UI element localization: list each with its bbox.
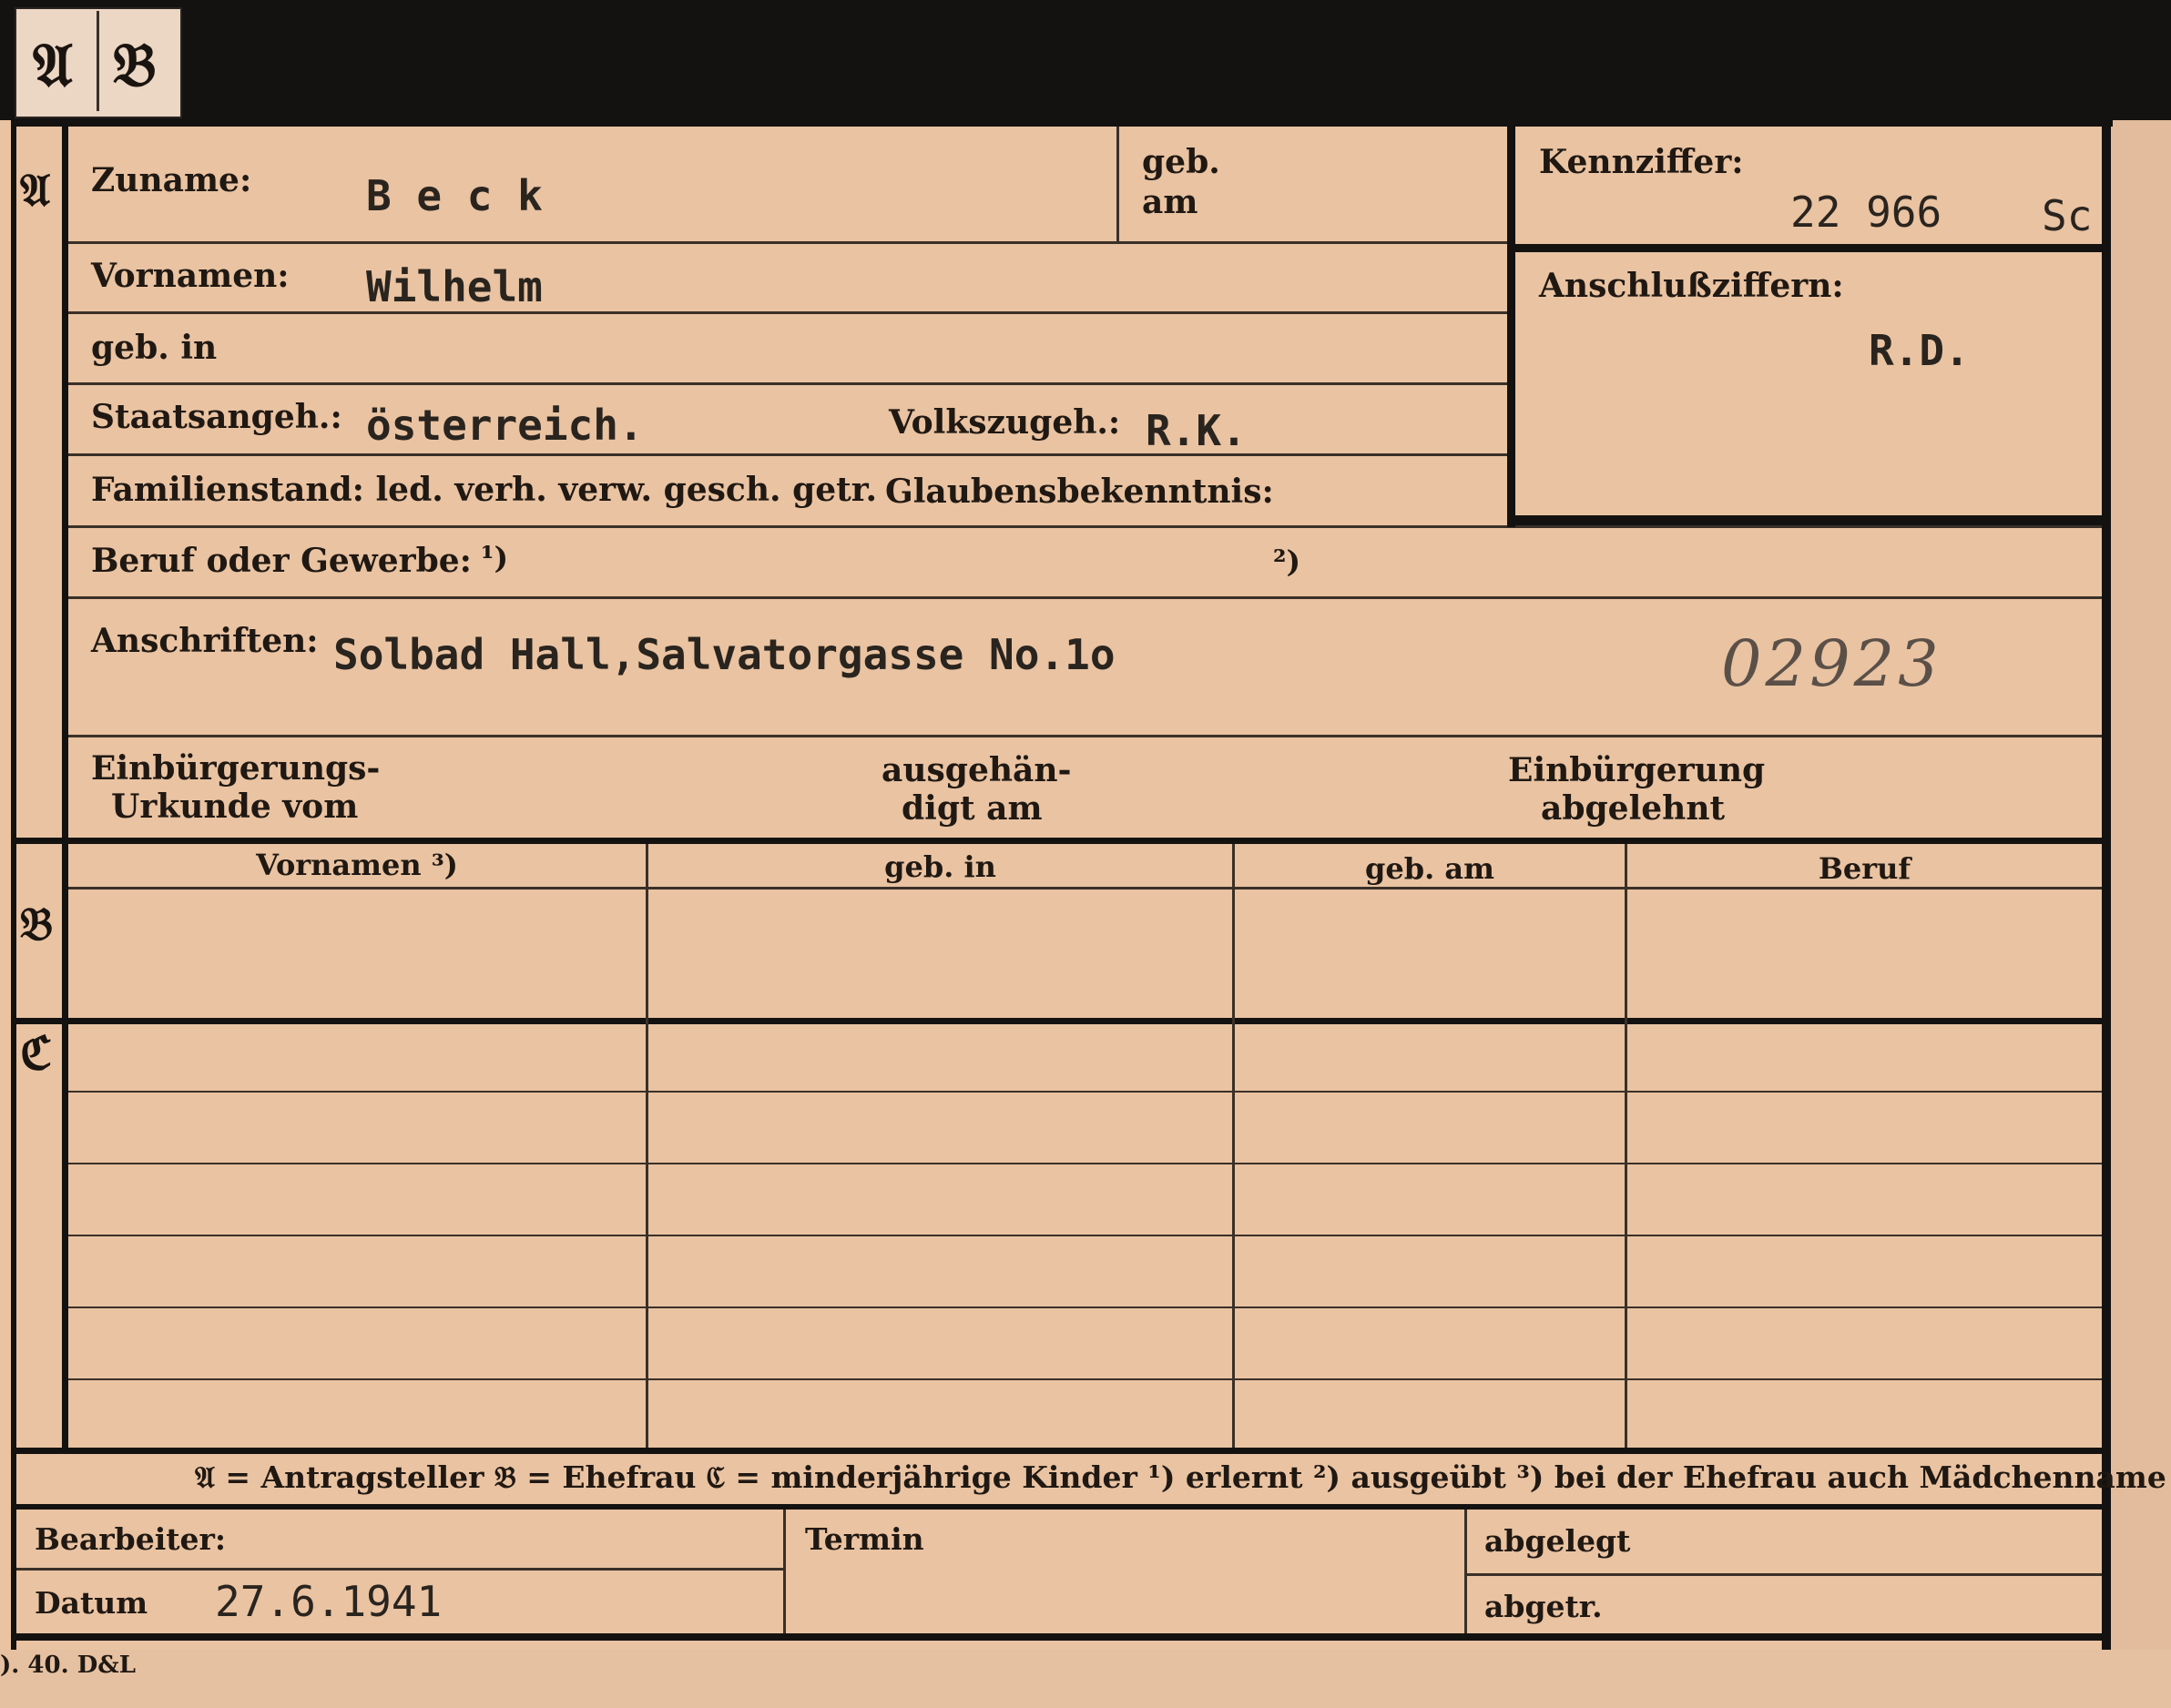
row-line	[68, 525, 2102, 528]
reference-box-mid	[1507, 244, 2102, 252]
table-row-line	[68, 1306, 2102, 1308]
firstnames-value: Wilhelm	[366, 262, 543, 311]
clerk-label: Bearbeiter:	[35, 1521, 227, 1557]
section-c-top	[11, 1018, 2102, 1024]
table-header-birthdate: geb. am	[1365, 851, 1494, 886]
card-bottom	[0, 1650, 2171, 1708]
religion-label: Glaubensbekenntnis:	[885, 473, 1274, 511]
section-b-top	[11, 838, 2102, 844]
birthplace-label: geb. in	[91, 329, 218, 367]
frame-left	[11, 120, 16, 1650]
naturalization-refused-label-1: Einbürgerung	[1508, 751, 1766, 789]
section-a-letter: 𝔄	[20, 163, 51, 217]
born-on-label-1: geb.	[1142, 143, 1220, 181]
frame-top	[11, 120, 2113, 127]
row-line	[68, 735, 2102, 737]
footer-row-line	[16, 1568, 783, 1571]
registration-card: { "tabs": { "a": "𝔄", "b": "𝔅" }, "secti…	[0, 0, 2171, 1708]
frame-right	[2102, 120, 2111, 1650]
row-line	[68, 596, 2102, 599]
table-header-firstnames: Vornamen ³)	[256, 848, 458, 882]
dob-divider	[1116, 127, 1119, 241]
date-label: Datum	[35, 1585, 148, 1621]
sent-label: abgetr.	[1484, 1589, 1603, 1624]
row-line	[68, 241, 1507, 244]
link-numbers-value: R.D.	[1869, 326, 1970, 375]
tab-divider	[97, 11, 99, 111]
reference-box-bottom	[1507, 515, 2102, 525]
table-column-line	[646, 844, 648, 1448]
footer-column-line	[1464, 1510, 1467, 1633]
born-on-label-2: am	[1142, 183, 1198, 221]
table-row-line	[68, 1163, 2102, 1164]
table-header-line	[68, 887, 2102, 890]
table-row-line	[68, 1378, 2102, 1380]
profession-note-1: ¹)	[481, 540, 509, 575]
table-row-line	[68, 1235, 2102, 1236]
link-numbers-label: Anschlußziffern:	[1539, 267, 1844, 305]
section-c-letter: ℭ	[20, 1026, 53, 1080]
surname-label: Zuname:	[91, 161, 252, 199]
footer-column-line	[783, 1510, 786, 1633]
row-line	[68, 453, 1507, 456]
table-column-line	[1232, 844, 1235, 1448]
frame-bottom	[11, 1633, 2111, 1641]
deadline-label: Termin	[805, 1521, 924, 1557]
reference-box-left	[1507, 127, 1515, 527]
section-c-bottom	[11, 1448, 2102, 1454]
profession-label: Beruf oder Gewerbe:	[91, 542, 472, 580]
table-header-birthplace: geb. in	[884, 849, 996, 884]
address-value: Solbad Hall,Salvatorgasse No.1o	[333, 630, 1116, 679]
address-label: Anschriften:	[91, 622, 319, 660]
reference-id-suffix: Sc	[2042, 191, 2093, 240]
nationality-label: Staatsangeh.:	[91, 398, 342, 436]
ethnicity-label: Volkszugeh.:	[889, 403, 1121, 442]
table-column-line	[1625, 844, 1627, 1448]
table-row-line	[68, 1091, 2102, 1093]
table-header-profession: Beruf	[1818, 851, 1911, 886]
legend-bottom	[11, 1504, 2102, 1510]
naturalization-refused-label-2: abgelehnt	[1541, 789, 1726, 828]
delivered-label-1: ausgehän-	[882, 751, 1072, 789]
tab-letter-b: 𝔅	[113, 29, 157, 100]
naturalization-deed-label-1: Einbürgerungs-	[91, 749, 381, 788]
naturalization-deed-label-2: Urkunde vom	[111, 788, 359, 826]
reference-id-value: 22 966	[1790, 188, 1942, 237]
firstnames-label: Vornamen:	[91, 257, 290, 295]
reference-id-label: Kennziffer:	[1539, 143, 1744, 181]
handwritten-number: 02923	[1721, 626, 1942, 701]
row-line	[68, 311, 1507, 314]
nationality-value: österreich.	[366, 401, 644, 450]
print-mark: ). 40. D&L	[0, 1652, 136, 1679]
profession-note-2: ²)	[1273, 544, 1301, 579]
marital-status-label: Familienstand: led. verh. verw. gesch. g…	[91, 471, 877, 509]
ethnicity-value: R.K.	[1146, 406, 1247, 455]
section-b-letter: 𝔅	[20, 897, 54, 951]
row-line	[68, 382, 1507, 385]
filed-label: abgelegt	[1484, 1523, 1631, 1559]
footer-row-line	[1467, 1573, 2102, 1576]
section-column-line	[62, 120, 68, 1448]
tab-letter-a: 𝔄	[33, 29, 73, 100]
top-band	[0, 0, 2171, 120]
date-value: 27.6.1941	[215, 1577, 443, 1626]
legend: 𝔄 = Antragsteller 𝔅 = Ehefrau ℭ = minder…	[195, 1459, 2166, 1495]
delivered-label-2: digt am	[902, 789, 1043, 828]
surname-value: B e c k	[366, 171, 543, 220]
